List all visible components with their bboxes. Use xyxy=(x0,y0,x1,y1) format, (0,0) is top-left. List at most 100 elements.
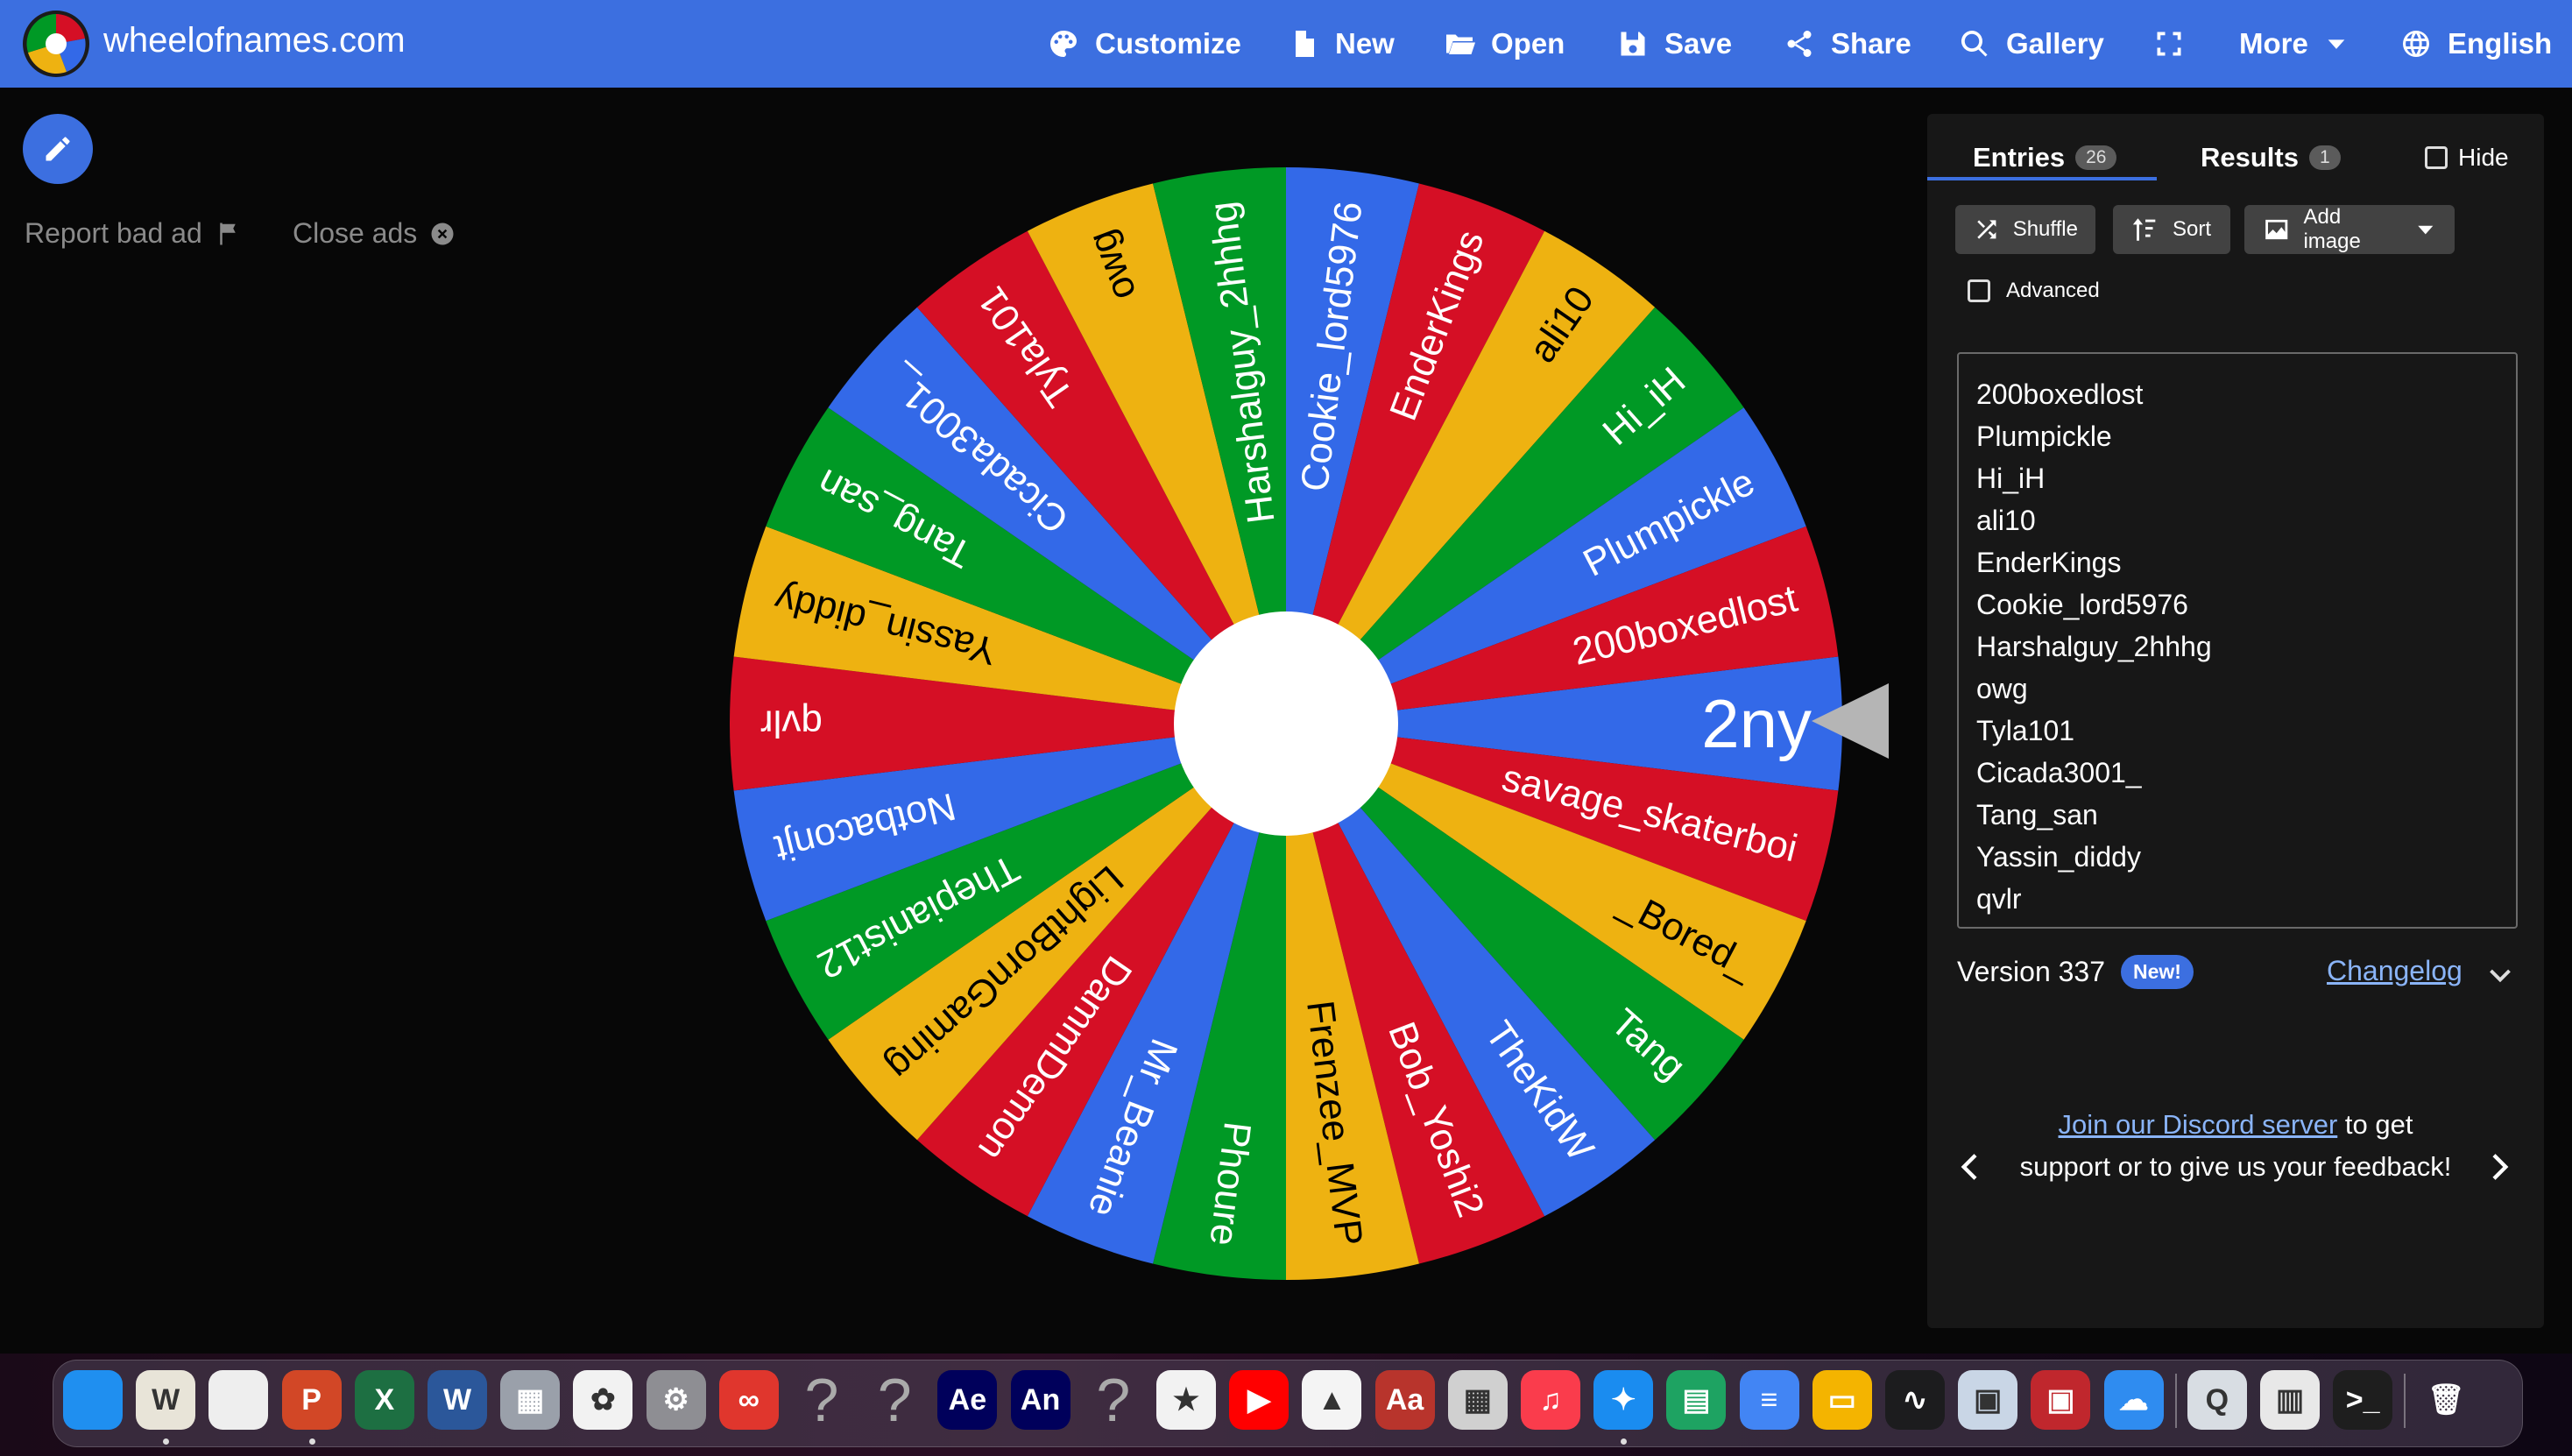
active-tab-indicator xyxy=(1927,177,2157,180)
entry-line: qvlr xyxy=(1976,883,2022,915)
youtube-icon[interactable]: ▶ xyxy=(1229,1370,1290,1430)
discord-link[interactable]: Join our Discord server xyxy=(2059,1109,2338,1140)
creative-cloud-icon[interactable]: ∞ xyxy=(718,1370,779,1430)
carousel-next-icon[interactable] xyxy=(2481,1149,2516,1184)
customize-button[interactable]: Customize xyxy=(1048,25,1241,63)
report-bad-ad-label: Report bad ad xyxy=(25,217,202,249)
dock-separator xyxy=(2404,1374,2406,1428)
wheel-slice-label: 2ny xyxy=(1701,685,1812,762)
tab-entries[interactable]: Entries 26 xyxy=(1973,131,2117,184)
results-count-badge: 1 xyxy=(2308,145,2341,170)
photo-booth-icon[interactable]: ▣ xyxy=(2031,1370,2091,1430)
entry-line: Tyla101 xyxy=(1976,715,2075,746)
unknown-app-icon[interactable]: ? xyxy=(792,1366,851,1434)
customize-label: Customize xyxy=(1095,27,1241,60)
entry-line: Hi_iH xyxy=(1976,463,2046,494)
system-settings-icon[interactable]: ⚙ xyxy=(646,1370,706,1430)
share-icon xyxy=(1787,31,1812,57)
printer-icon[interactable]: ▥ xyxy=(2260,1370,2320,1430)
entry-line: EnderKings xyxy=(1976,547,2122,578)
name-wheel[interactable]: 2nysavage_skaterboi_Bored_TangTheKidWBob… xyxy=(725,163,1847,1284)
chrome-icon[interactable] xyxy=(208,1370,269,1430)
weather-icon[interactable]: ☁ xyxy=(2103,1370,2164,1430)
trash-icon[interactable]: 🗑 xyxy=(2416,1370,2476,1430)
globe-icon xyxy=(2403,31,2429,57)
w-app-icon[interactable]: W xyxy=(136,1370,196,1430)
wheel-center-hub[interactable] xyxy=(1174,611,1398,836)
safari-icon[interactable]: ✦ xyxy=(1593,1370,1654,1430)
new-label: New xyxy=(1335,27,1395,60)
calculator-icon[interactable]: ▦ xyxy=(1447,1370,1508,1430)
wheelofnames-logo-icon[interactable] xyxy=(21,9,91,79)
carousel-prev-icon[interactable] xyxy=(1954,1149,1989,1184)
terminal-icon[interactable]: >_ xyxy=(2333,1370,2393,1430)
hide-checkbox[interactable] xyxy=(2425,146,2448,169)
share-button[interactable]: Share xyxy=(1784,25,1911,63)
launchpad-icon[interactable]: ▦ xyxy=(500,1370,561,1430)
top-navigation-bar: wheelofnames.com Customize New Open Save… xyxy=(0,0,2572,88)
edit-button[interactable] xyxy=(23,114,93,184)
new-badge: New! xyxy=(2121,955,2194,989)
wheel-pointer-icon xyxy=(1812,683,1889,759)
finder-icon[interactable] xyxy=(63,1370,123,1430)
entry-line: Yassin_diddy xyxy=(1976,841,2141,873)
new-button[interactable]: New xyxy=(1288,25,1395,63)
tab-results[interactable]: Results 1 xyxy=(2201,131,2341,184)
unknown-app-icon[interactable]: ? xyxy=(1084,1366,1143,1434)
fullscreen-icon xyxy=(2157,32,2181,56)
new-file-icon xyxy=(1296,31,1314,57)
version-info: Version 337 New! xyxy=(1957,955,2194,989)
google-drive-icon[interactable]: ▲ xyxy=(1302,1370,1362,1430)
hide-toggle[interactable]: Hide xyxy=(2425,131,2509,184)
add-image-label: Add image xyxy=(2303,205,2361,253)
google-slides-icon[interactable]: ▭ xyxy=(1812,1370,1872,1430)
excel-icon[interactable]: X xyxy=(354,1370,414,1430)
music-icon[interactable]: ♫ xyxy=(1521,1370,1580,1430)
chevron-down-icon xyxy=(2418,225,2434,235)
entry-line: Cookie_lord5976 xyxy=(1976,589,2188,620)
entry-line: Plumpickle xyxy=(1976,421,2112,452)
entry-line: owg xyxy=(1976,673,2028,704)
chevron-down-icon[interactable] xyxy=(2484,960,2516,992)
preview-icon[interactable]: ▣ xyxy=(1958,1370,2018,1430)
changelog-link[interactable]: Changelog xyxy=(2327,955,2462,987)
close-ads-link[interactable]: Close ads xyxy=(293,217,456,250)
advanced-checkbox[interactable] xyxy=(1968,279,1990,302)
shuffle-label: Shuffle xyxy=(2012,217,2078,241)
language-label: English xyxy=(2448,27,2553,60)
discord-message: Join our Discord server to get support o… xyxy=(2015,1104,2456,1188)
word-icon[interactable]: W xyxy=(427,1370,487,1430)
dictionary-icon[interactable]: Aa xyxy=(1374,1370,1435,1430)
entries-count-badge: 26 xyxy=(2075,145,2117,170)
photos-icon[interactable]: ✿ xyxy=(573,1370,633,1430)
language-button[interactable]: English xyxy=(2400,25,2552,63)
version-label: Version 337 xyxy=(1957,956,2106,987)
entry-line: 200boxedlost xyxy=(1976,378,2144,410)
site-name[interactable]: wheelofnames.com xyxy=(103,21,406,60)
save-button[interactable]: Save xyxy=(1617,25,1732,63)
fullscreen-button[interactable] xyxy=(2153,25,2185,63)
imovie-icon[interactable]: ★ xyxy=(1156,1370,1216,1430)
close-ads-label: Close ads xyxy=(293,217,418,249)
add-image-button[interactable]: Add image xyxy=(2244,205,2455,254)
google-sheets-icon[interactable]: ▤ xyxy=(1666,1370,1727,1430)
report-bad-ad-link[interactable]: Report bad ad xyxy=(25,217,241,250)
entries-panel: Entries 26 Results 1 Hide Shuffle Sort A… xyxy=(1927,114,2544,1328)
more-menu-button[interactable]: More xyxy=(2239,25,2349,63)
open-label: Open xyxy=(1491,27,1565,60)
entries-textarea[interactable]: 200boxedlost Plumpickle Hi_iH ali10 EnderKin… xyxy=(1957,352,2518,929)
unknown-app-icon[interactable]: ? xyxy=(865,1366,924,1434)
open-button[interactable]: Open xyxy=(1444,25,1565,63)
powerpoint-icon[interactable]: P xyxy=(281,1370,342,1430)
after-effects-icon[interactable]: Ae xyxy=(937,1370,998,1430)
gallery-button[interactable]: Gallery xyxy=(1959,25,2104,63)
shuffle-button[interactable]: Shuffle xyxy=(1955,205,2095,254)
sort-label: Sort xyxy=(2173,217,2212,241)
google-docs-icon[interactable]: ≡ xyxy=(1739,1370,1799,1430)
activity-monitor-icon[interactable]: ∿ xyxy=(1885,1370,1945,1430)
animate-icon[interactable]: An xyxy=(1010,1370,1070,1430)
quicktime-icon[interactable]: Q xyxy=(2187,1370,2247,1430)
save-icon xyxy=(1621,32,1645,56)
advanced-toggle[interactable]: Advanced xyxy=(1968,279,2100,303)
sort-button[interactable]: Sort xyxy=(2113,205,2230,254)
